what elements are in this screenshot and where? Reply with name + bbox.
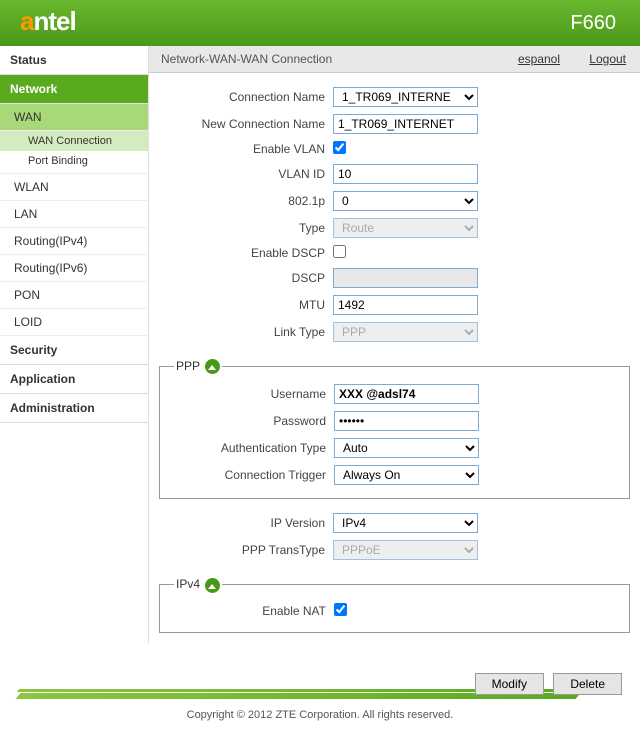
enable-dscp-label: Enable DSCP	[173, 246, 333, 260]
connection-trigger-select[interactable]: Always On	[334, 465, 479, 485]
enable-vlan-label: Enable VLAN	[173, 142, 333, 156]
connection-trigger-label: Connection Trigger	[174, 468, 334, 482]
logo: antel	[20, 6, 76, 37]
titlebar: Network-WAN-WAN Connection espanol Logou…	[149, 46, 640, 73]
ppp-legend: PPP	[174, 359, 222, 374]
enable-nat-label: Enable NAT	[174, 604, 334, 618]
8021p-select[interactable]: 0	[333, 191, 478, 211]
sidebar: Status Network WAN WAN Connection Port B…	[0, 46, 149, 643]
dscp-input	[333, 268, 478, 288]
ip-version-select[interactable]: IPv4	[333, 513, 478, 533]
vlan-id-label: VLAN ID	[173, 167, 333, 181]
ppp-transtype-label: PPP TransType	[173, 543, 333, 557]
collapse-icon[interactable]	[205, 578, 220, 593]
ppp-fieldset: PPP Username Password Authentication Typ…	[159, 359, 630, 499]
nav-port-binding[interactable]: Port Binding	[0, 151, 148, 171]
footer: Copyright © 2012 ZTE Corporation. All ri…	[0, 699, 640, 737]
ppp-transtype-select: PPPoE	[333, 540, 478, 560]
ip-version-label: IP Version	[173, 516, 333, 530]
new-connection-name-input[interactable]	[333, 114, 478, 134]
nav-wan[interactable]: WAN	[0, 104, 148, 131]
link-type-label: Link Type	[173, 325, 333, 339]
connection-name-label: Connection Name	[173, 90, 333, 104]
nav-network[interactable]: Network	[0, 75, 148, 104]
enable-dscp-checkbox[interactable]	[333, 245, 346, 258]
modify-button[interactable]: Modify	[475, 673, 544, 695]
model-label: F660	[570, 12, 616, 35]
breadcrumb: Network-WAN-WAN Connection	[161, 52, 332, 66]
logout-link[interactable]: Logout	[589, 52, 626, 66]
type-select: Route	[333, 218, 478, 238]
collapse-icon[interactable]	[205, 359, 220, 374]
nav-routing-ipv6[interactable]: Routing(IPv6)	[0, 255, 148, 282]
ipv4-legend: IPv4	[174, 577, 222, 592]
auth-type-select[interactable]: Auto	[334, 438, 479, 458]
nav-pon[interactable]: PON	[0, 282, 148, 309]
8021p-label: 802.1p	[173, 194, 333, 208]
header: antel F660	[0, 0, 640, 46]
link-type-select: PPP	[333, 322, 478, 342]
mtu-input[interactable]	[333, 295, 478, 315]
nav-routing-ipv4[interactable]: Routing(IPv4)	[0, 228, 148, 255]
nav-status[interactable]: Status	[0, 46, 148, 75]
password-label: Password	[174, 414, 334, 428]
nav-loid[interactable]: LOID	[0, 309, 148, 336]
nav-application[interactable]: Application	[0, 365, 148, 394]
enable-vlan-checkbox[interactable]	[333, 141, 346, 154]
username-label: Username	[174, 387, 334, 401]
type-label: Type	[173, 221, 333, 235]
nav-wan-connection[interactable]: WAN Connection	[0, 131, 148, 151]
new-connection-name-label: New Connection Name	[173, 117, 333, 131]
connection-name-select[interactable]: 1_TR069_INTERNE	[333, 87, 478, 107]
vlan-id-input[interactable]	[333, 164, 478, 184]
nav-administration[interactable]: Administration	[0, 394, 148, 423]
enable-nat-checkbox[interactable]	[334, 603, 347, 616]
content: Network-WAN-WAN Connection espanol Logou…	[149, 46, 640, 643]
language-link[interactable]: espanol	[518, 52, 560, 66]
auth-type-label: Authentication Type	[174, 441, 334, 455]
mtu-label: MTU	[173, 298, 333, 312]
dscp-label: DSCP	[173, 271, 333, 285]
nav-security[interactable]: Security	[0, 336, 148, 365]
delete-button[interactable]: Delete	[553, 673, 622, 695]
password-input[interactable]	[334, 411, 479, 431]
nav-wlan[interactable]: WLAN	[0, 174, 148, 201]
nav-lan[interactable]: LAN	[0, 201, 148, 228]
ipv4-fieldset: IPv4 Enable NAT	[159, 577, 630, 632]
username-input[interactable]	[334, 384, 479, 404]
actions-bar: Modify Delete	[0, 669, 640, 699]
